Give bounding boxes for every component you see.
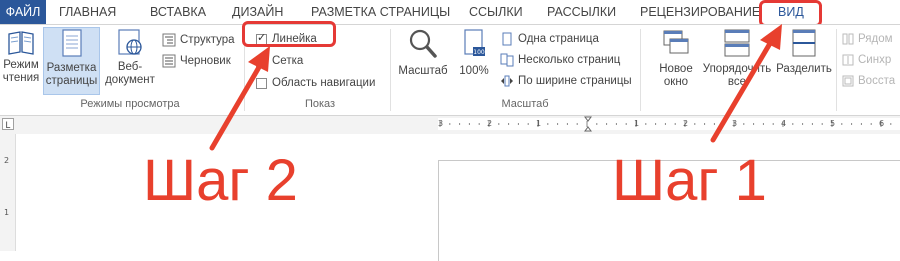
gridlines-checkbox[interactable]: Сетка	[256, 52, 303, 70]
arrange-all-button[interactable]: Упорядочить все	[702, 27, 772, 95]
sync-scrolling-button[interactable]: Синхр	[842, 51, 891, 69]
web-layout-button[interactable]: Веб- документ	[104, 27, 156, 95]
web-layout-icon	[118, 29, 142, 55]
ruler-check-icon	[256, 31, 267, 45]
new-window-button[interactable]: Новое окно	[654, 27, 698, 95]
ruler-number: 6	[879, 119, 885, 128]
ribbon-tab-bar: ФАЙЛ ГЛАВНАЯ ВСТАВКА ДИЗАЙН РАЗМЕТКА СТР…	[0, 0, 900, 24]
navigation-pane-checkbox[interactable]: Область навигации	[256, 74, 375, 92]
tab-mailings[interactable]: РАССЫЛКИ	[547, 0, 616, 24]
side-by-side-label: Рядом	[858, 33, 893, 45]
vertical-ruler-number: 1	[4, 208, 10, 217]
web-layout-label-1: Веб-	[117, 61, 143, 73]
read-mode-label-1: Режим	[3, 59, 39, 71]
arrange-all-label-2: все	[727, 76, 747, 88]
tab-page-layout[interactable]: РАЗМЕТКА СТРАНИЦЫ	[311, 0, 450, 24]
multiple-pages-icon	[500, 53, 514, 67]
zoom-button[interactable]: Масштаб	[396, 27, 450, 95]
reset-position-icon	[842, 75, 854, 87]
ribbon: Режим чтения Разметка страницы Веб- доку…	[0, 24, 900, 116]
ruler-number: 3	[438, 119, 444, 128]
show-group-label: Показ	[304, 98, 336, 110]
navigation-pane-check-icon	[256, 77, 267, 89]
sync-scrolling-label: Синхр	[858, 54, 892, 66]
tab-review[interactable]: РЕЦЕНЗИРОВАНИЕ	[640, 0, 760, 24]
read-mode-icon	[8, 31, 34, 55]
group-separator	[390, 29, 391, 111]
split-icon	[792, 29, 816, 57]
new-window-label-1: Новое	[659, 63, 693, 75]
arrange-all-icon	[724, 29, 750, 57]
tab-file[interactable]: ФАЙЛ	[0, 0, 46, 24]
page-width-button[interactable]: По ширине страницы	[500, 72, 632, 90]
ruler-checkbox[interactable]: Линейка	[256, 30, 317, 48]
tab-insert[interactable]: ВСТАВКА	[150, 0, 206, 24]
vertical-ruler[interactable]: 2 1	[0, 134, 16, 251]
group-separator	[244, 29, 245, 111]
horizontal-ruler[interactable]: 3 2 1 1 2 3 4 5 6	[0, 116, 900, 134]
outline-icon	[162, 33, 176, 47]
tab-home[interactable]: ГЛАВНАЯ	[59, 0, 116, 24]
view-side-by-side-button[interactable]: Рядом	[842, 30, 893, 48]
hundred-percent-button[interactable]: 100 100%	[454, 27, 494, 95]
ruler-number: 1	[536, 119, 542, 128]
tab-stop-selector[interactable]: L	[2, 118, 14, 130]
tab-references[interactable]: ССЫЛКИ	[469, 0, 523, 24]
group-separator	[640, 29, 641, 111]
outline-label: Структура	[180, 34, 235, 46]
read-mode-button[interactable]: Режим чтения	[0, 27, 42, 95]
new-window-icon	[663, 30, 689, 54]
print-layout-label-1: Разметка	[46, 62, 97, 74]
step1-annotation: Шаг 1	[612, 148, 767, 213]
draft-label: Черновик	[180, 55, 231, 67]
hundred-percent-icon: 100	[464, 29, 485, 56]
new-window-label-2: окно	[663, 76, 689, 88]
svg-text:100: 100	[473, 49, 485, 56]
one-page-icon	[502, 32, 512, 46]
ruler-number: 1	[634, 119, 640, 128]
hundred-percent-label: 100%	[459, 65, 489, 77]
views-group-label: Режимы просмотра	[80, 98, 180, 110]
reset-position-label: Восста	[858, 75, 896, 87]
print-layout-label-2: страницы	[45, 75, 98, 87]
ruler-number: 2	[487, 119, 493, 128]
ruler-number: 2	[683, 119, 689, 128]
side-by-side-icon	[842, 33, 854, 45]
magnifier-icon	[409, 29, 437, 58]
zoom-group-label: Масштаб	[501, 98, 549, 110]
multiple-pages-label: Несколько страниц	[518, 54, 621, 66]
split-button[interactable]: Разделить	[776, 27, 832, 95]
tab-view[interactable]: ВИД	[778, 0, 804, 24]
ruler-ticks	[438, 116, 900, 132]
one-page-button[interactable]: Одна страница	[500, 30, 599, 48]
ruler-label: Линейка	[272, 33, 317, 45]
page-width-icon	[501, 75, 513, 87]
ruler-number: 5	[830, 119, 836, 128]
print-layout-icon	[61, 29, 82, 57]
ruler-number: 4	[781, 119, 787, 128]
step2-annotation: Шаг 2	[143, 148, 298, 213]
read-mode-label-2: чтения	[2, 72, 40, 84]
one-page-label: Одна страница	[518, 33, 599, 45]
ruler-number: 3	[732, 119, 738, 128]
split-label: Разделить	[776, 63, 832, 75]
web-layout-label-2: документ	[105, 74, 155, 86]
print-layout-button[interactable]: Разметка страницы	[43, 27, 100, 95]
gridlines-label: Сетка	[272, 55, 304, 67]
draft-icon	[162, 54, 176, 68]
group-separator	[836, 29, 837, 111]
arrange-all-label-1: Упорядочить	[702, 63, 772, 75]
zoom-label: Масштаб	[398, 65, 448, 77]
outline-button[interactable]: Структура	[162, 31, 235, 49]
vertical-ruler-number: 2	[4, 156, 10, 165]
navigation-pane-label: Область навигации	[272, 77, 376, 89]
reset-position-button[interactable]: Восста	[842, 72, 895, 90]
draft-button[interactable]: Черновик	[162, 52, 231, 70]
sync-scrolling-icon	[842, 54, 854, 66]
gridlines-check-icon	[256, 55, 267, 67]
tab-design[interactable]: ДИЗАЙН	[232, 0, 283, 24]
multiple-pages-button[interactable]: Несколько страниц	[500, 51, 620, 69]
page-width-label: По ширине страницы	[518, 75, 632, 87]
